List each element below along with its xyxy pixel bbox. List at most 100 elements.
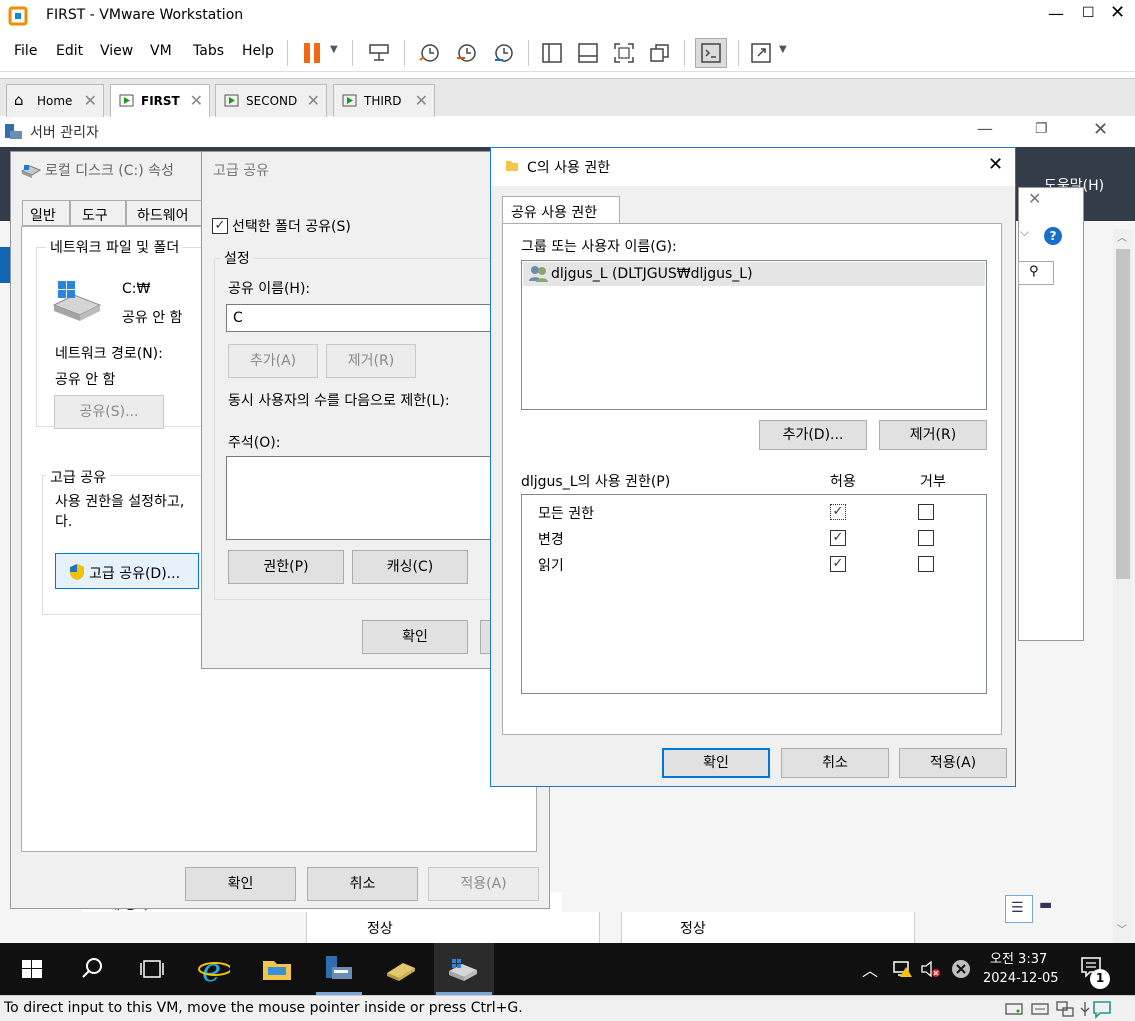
menu-tabs[interactable]: Tabs [193,43,224,59]
start-icon[interactable] [16,953,48,985]
send-keys-icon[interactable] [368,42,392,64]
tab-general[interactable]: 일반 [22,200,70,226]
drive-name: C:₩ [122,281,151,297]
sidebar-icon[interactable] [541,42,563,64]
usb-icon[interactable] [1078,1000,1092,1018]
close-button[interactable]: ✕ [1110,2,1125,23]
tab-hardware[interactable]: 하드웨어 [126,200,212,226]
chevron-down-icon[interactable]: ▼ [779,44,787,55]
console-view-icon[interactable] [700,42,722,64]
list-item[interactable]: dljgus_L (DLTJGUS₩dljgus_L) [523,262,985,286]
apply-button[interactable]: 적용(A) [899,748,1007,778]
close-button[interactable]: ✕ [988,154,1003,175]
clock-date[interactable]: 2024-12-05 [983,971,1059,986]
guest-screen[interactable]: 서버 관리자 — ❐ ✕ 도움말(H) ✕ ⌵ ? ⚲ ︿ ﹀ 6개 항목 정상… [0,117,1135,943]
chevron-down-icon[interactable]: ▼ [330,44,338,55]
drive-icon [52,281,102,321]
close-tab-icon[interactable]: ✕ [190,91,203,110]
share-folder-checkbox[interactable]: ✓ [212,218,228,234]
network-path-label: 네트워크 경로(N): [55,346,163,362]
tab-first[interactable]: FIRST ✕ [110,84,210,117]
network-adapter-icon[interactable] [1055,1000,1075,1018]
deny-header: 거부 [920,474,946,490]
server-manager-taskbar-icon[interactable] [322,953,354,985]
close-icon[interactable]: ✕ [1028,189,1041,208]
maximize-button[interactable]: ☐ [1082,5,1095,21]
minimize-button[interactable]: — [977,119,993,138]
close-circle-icon[interactable] [950,958,972,980]
thumbnail-bar-icon[interactable] [577,42,599,64]
chevron-up-icon[interactable]: ︿ [862,957,878,981]
close-tab-icon[interactable]: ✕ [307,91,320,110]
close-tab-icon[interactable]: ✕ [415,91,428,110]
deny-change-checkbox[interactable] [918,530,934,546]
close-tab-icon[interactable]: ✕ [84,91,97,110]
ok-button[interactable]: 확인 [185,867,296,901]
remove-user-button[interactable]: 제거(R) [879,420,987,450]
search-box[interactable]: ⚲ [1018,261,1054,285]
volume-muted-icon[interactable] [920,959,942,979]
snapshot-icon[interactable] [418,42,442,64]
tab-second[interactable]: SECOND ✕ [215,84,327,117]
search-icon[interactable] [76,953,108,985]
menu-vm[interactable]: VM [150,43,172,59]
stretch-icon[interactable] [750,42,772,64]
cd-drive-icon[interactable] [1030,1000,1050,1018]
server-manager-title: 서버 관리자 [30,125,99,141]
notification-count-badge: 1 [1090,969,1110,989]
ok-button[interactable]: 확인 [362,620,468,654]
tab-home[interactable]: ⌂ Home ✕ [6,84,104,117]
scrollbar[interactable]: ︿ ﹀ [1113,229,1133,943]
clock-time[interactable]: 오전 3:37 [990,948,1047,967]
details-view-icon[interactable]: ☰ [1005,895,1033,923]
pause-icon[interactable] [302,42,324,64]
unity-icon[interactable] [649,42,671,64]
maximize-button[interactable]: ❐ [1035,121,1048,137]
cancel-button[interactable]: 취소 [307,867,418,901]
drive-taskbar-icon[interactable] [446,953,478,985]
minimize-button[interactable]: — [1048,4,1064,23]
search-icon: ⚲ [1029,264,1039,279]
preview-view-icon[interactable]: ▬ [1036,895,1060,919]
add-share-button[interactable]: 추가(A) [228,344,318,378]
share-button[interactable]: 공유(S)... [54,395,164,429]
snapshot-manager-icon[interactable] [492,42,516,64]
help-icon[interactable]: ? [1044,227,1062,245]
menu-file[interactable]: File [14,43,37,59]
add-user-button[interactable]: 추가(D)... [759,420,867,450]
vm-running-icon [119,94,134,107]
task-view-icon[interactable] [136,953,168,985]
allow-change-checkbox[interactable]: ✓ [830,530,846,546]
tab-share-permissions[interactable]: 공유 사용 권한 [502,196,620,224]
drive-share-status: 공유 안 함 [122,310,183,326]
permissions-button[interactable]: 권한(P) [228,550,344,584]
allow-read-checkbox[interactable]: ✓ [830,556,846,572]
notebook-icon[interactable] [384,953,416,985]
allow-full-control-checkbox[interactable]: ✓ [830,504,846,520]
tab-third[interactable]: THIRD ✕ [333,84,435,117]
internet-explorer-icon[interactable]: e [198,953,230,985]
hard-disk-icon[interactable] [1004,1000,1024,1018]
fullscreen-icon[interactable] [613,42,635,64]
menu-edit[interactable]: Edit [56,43,83,59]
cancel-button[interactable]: 취소 [781,748,889,778]
deny-read-checkbox[interactable] [918,556,934,572]
deny-full-control-checkbox[interactable] [918,504,934,520]
users-list[interactable]: dljgus_L (DLTJGUS₩dljgus_L) [521,260,987,410]
network-warning-icon[interactable] [892,959,914,979]
message-icon[interactable] [1092,999,1112,1019]
caching-button[interactable]: 캐싱(C) [352,550,468,584]
ok-button[interactable]: 확인 [662,748,770,778]
shield-icon [70,564,84,580]
advanced-share-button[interactable]: 고급 공유(D)... [55,553,199,589]
file-explorer-icon[interactable] [260,953,292,985]
remove-share-button[interactable]: 제거(R) [326,344,416,378]
revert-snapshot-icon[interactable] [455,42,479,64]
chevron-down-icon[interactable]: ⌵ [1020,225,1029,240]
tab-tools[interactable]: 도구 [70,200,126,226]
apply-button[interactable]: 적용(A) [428,867,539,901]
menu-view[interactable]: View [100,43,133,59]
close-button[interactable]: ✕ [1093,119,1108,140]
menu-help[interactable]: Help [242,43,274,59]
user-limit-label: 동시 사용자의 수를 다음으로 제한(L): [228,393,450,409]
